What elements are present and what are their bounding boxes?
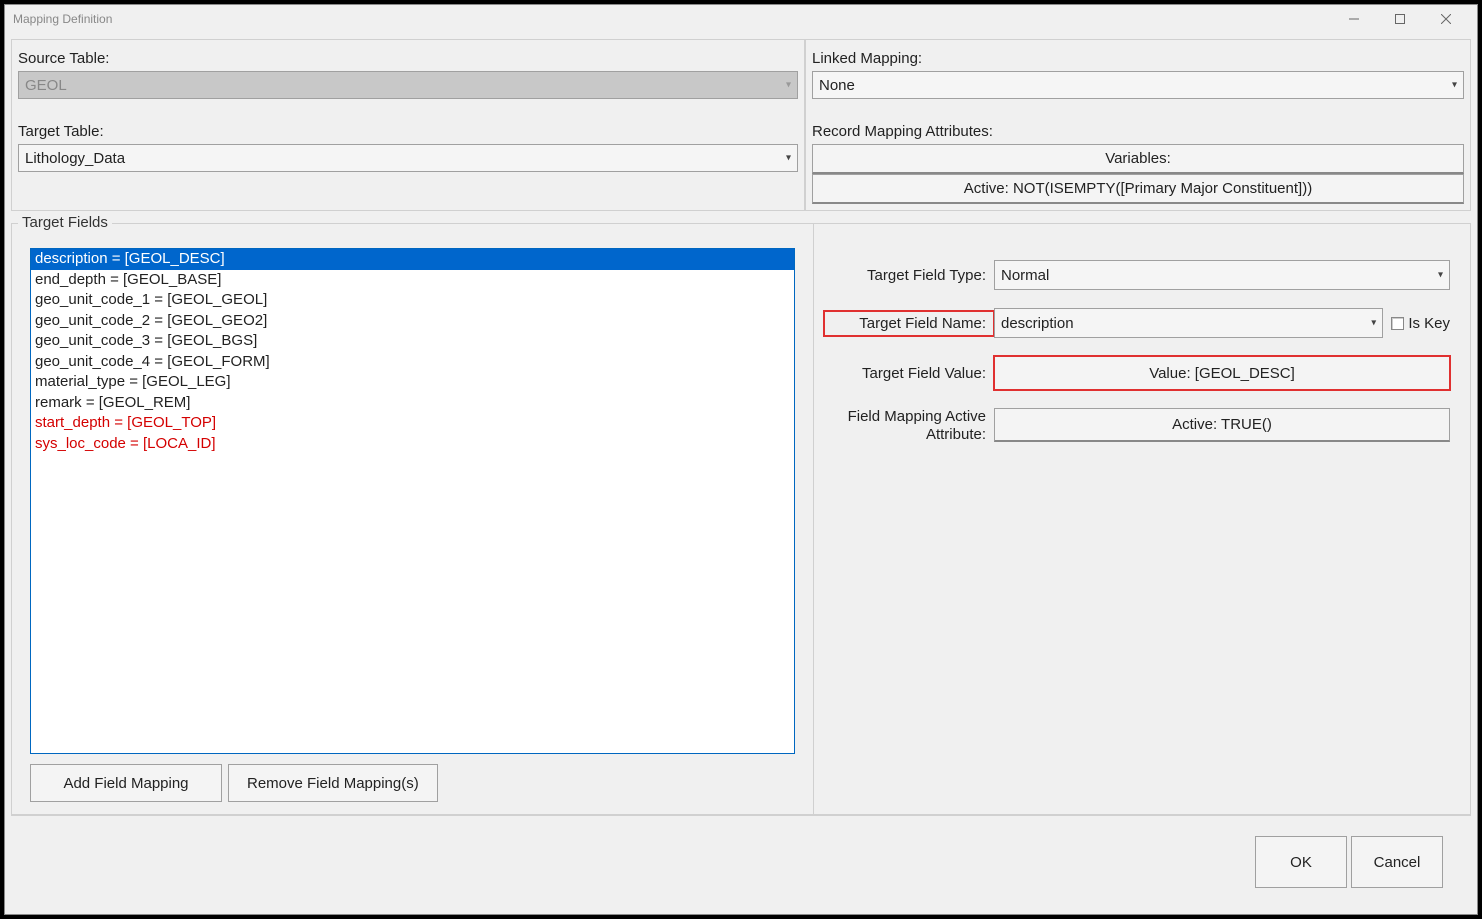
chevron-down-icon: ▾	[1438, 270, 1443, 281]
add-field-mapping-button[interactable]: Add Field Mapping	[30, 764, 222, 802]
target-table-label: Target Table:	[18, 117, 798, 144]
target-table-value: Lithology_Data	[25, 150, 125, 167]
source-table-select[interactable]: GEOL ▾	[18, 71, 798, 99]
ok-button[interactable]: OK	[1255, 836, 1347, 888]
target-fields-legend: Target Fields	[18, 214, 112, 231]
remove-field-mapping-label: Remove Field Mapping(s)	[247, 775, 419, 792]
mapping-definition-window: Mapping Definition Source Table: GEOL ▾ …	[4, 4, 1478, 915]
target-field-type-select[interactable]: Normal ▾	[994, 260, 1450, 290]
list-item[interactable]: geo_unit_code_2 = [GEOL_GEO2]	[31, 311, 794, 332]
list-item[interactable]: geo_unit_code_1 = [GEOL_GEOL]	[31, 290, 794, 311]
window-title: Mapping Definition	[13, 12, 112, 26]
source-table-label: Source Table:	[18, 44, 798, 71]
chevron-down-icon: ▾	[786, 80, 791, 91]
target-fields-listbox[interactable]: description = [GEOL_DESC]end_depth = [GE…	[30, 248, 795, 754]
list-item[interactable]: start_depth = [GEOL_TOP]	[31, 413, 794, 434]
target-table-select[interactable]: Lithology_Data ▾	[18, 144, 798, 172]
remove-field-mapping-button[interactable]: Remove Field Mapping(s)	[228, 764, 438, 802]
variables-button[interactable]: Variables:	[812, 144, 1464, 174]
target-field-value-label: Target Field Value:	[824, 365, 994, 382]
maximize-button[interactable]	[1377, 5, 1423, 33]
list-item[interactable]: geo_unit_code_4 = [GEOL_FORM]	[31, 352, 794, 373]
target-field-value-text: Value: [GEOL_DESC]	[1149, 365, 1295, 382]
target-field-type-label: Target Field Type:	[824, 267, 994, 284]
target-field-name-label: Target Field Name:	[824, 311, 994, 336]
active-expression-label: Active: NOT(ISEMPTY([Primary Major Const…	[964, 180, 1312, 197]
close-button[interactable]	[1423, 5, 1469, 33]
is-key-checkbox[interactable]	[1391, 317, 1404, 330]
list-item[interactable]: material_type = [GEOL_LEG]	[31, 372, 794, 393]
target-fields-fieldset: Target Fields description = [GEOL_DESC]e…	[11, 223, 1471, 815]
minimize-button[interactable]	[1331, 5, 1377, 33]
titlebar: Mapping Definition	[5, 5, 1477, 33]
target-field-type-value: Normal	[1001, 267, 1049, 284]
target-field-value-button[interactable]: Value: [GEOL_DESC]	[994, 356, 1450, 390]
linked-mapping-value: None	[819, 77, 855, 94]
is-key-label: Is Key	[1408, 315, 1450, 332]
chevron-down-icon: ▾	[786, 153, 791, 164]
cancel-button[interactable]: Cancel	[1351, 836, 1443, 888]
target-field-name-select[interactable]: description ▾	[994, 308, 1383, 338]
list-item[interactable]: sys_loc_code = [LOCA_ID]	[31, 434, 794, 455]
list-item[interactable]: end_depth = [GEOL_BASE]	[31, 270, 794, 291]
cancel-label: Cancel	[1374, 854, 1421, 871]
chevron-down-icon: ▾	[1371, 318, 1376, 329]
record-attrs-label: Record Mapping Attributes:	[812, 117, 1464, 144]
field-mapping-active-text: Active: TRUE()	[1172, 416, 1272, 433]
list-item[interactable]: remark = [GEOL_REM]	[31, 393, 794, 414]
linked-mapping-panel: Linked Mapping: None ▾ Record Mapping At…	[805, 39, 1471, 211]
variables-button-label: Variables:	[1105, 150, 1171, 167]
list-item[interactable]: geo_unit_code_3 = [GEOL_BGS]	[31, 331, 794, 352]
field-mapping-active-label: Field Mapping Active Attribute:	[824, 408, 994, 444]
dialog-footer: OK Cancel	[11, 815, 1471, 908]
active-expression-button[interactable]: Active: NOT(ISEMPTY([Primary Major Const…	[812, 174, 1464, 204]
linked-mapping-label: Linked Mapping:	[812, 44, 1464, 71]
ok-label: OK	[1290, 854, 1312, 871]
source-table-value: GEOL	[25, 77, 67, 94]
list-item[interactable]: description = [GEOL_DESC]	[31, 249, 794, 270]
linked-mapping-select[interactable]: None ▾	[812, 71, 1464, 99]
source-target-panel: Source Table: GEOL ▾ Target Table: Litho…	[11, 39, 805, 211]
field-mapping-active-button[interactable]: Active: TRUE()	[994, 408, 1450, 442]
target-field-name-value: description	[1001, 315, 1074, 332]
chevron-down-icon: ▾	[1452, 80, 1457, 91]
add-field-mapping-label: Add Field Mapping	[63, 775, 188, 792]
